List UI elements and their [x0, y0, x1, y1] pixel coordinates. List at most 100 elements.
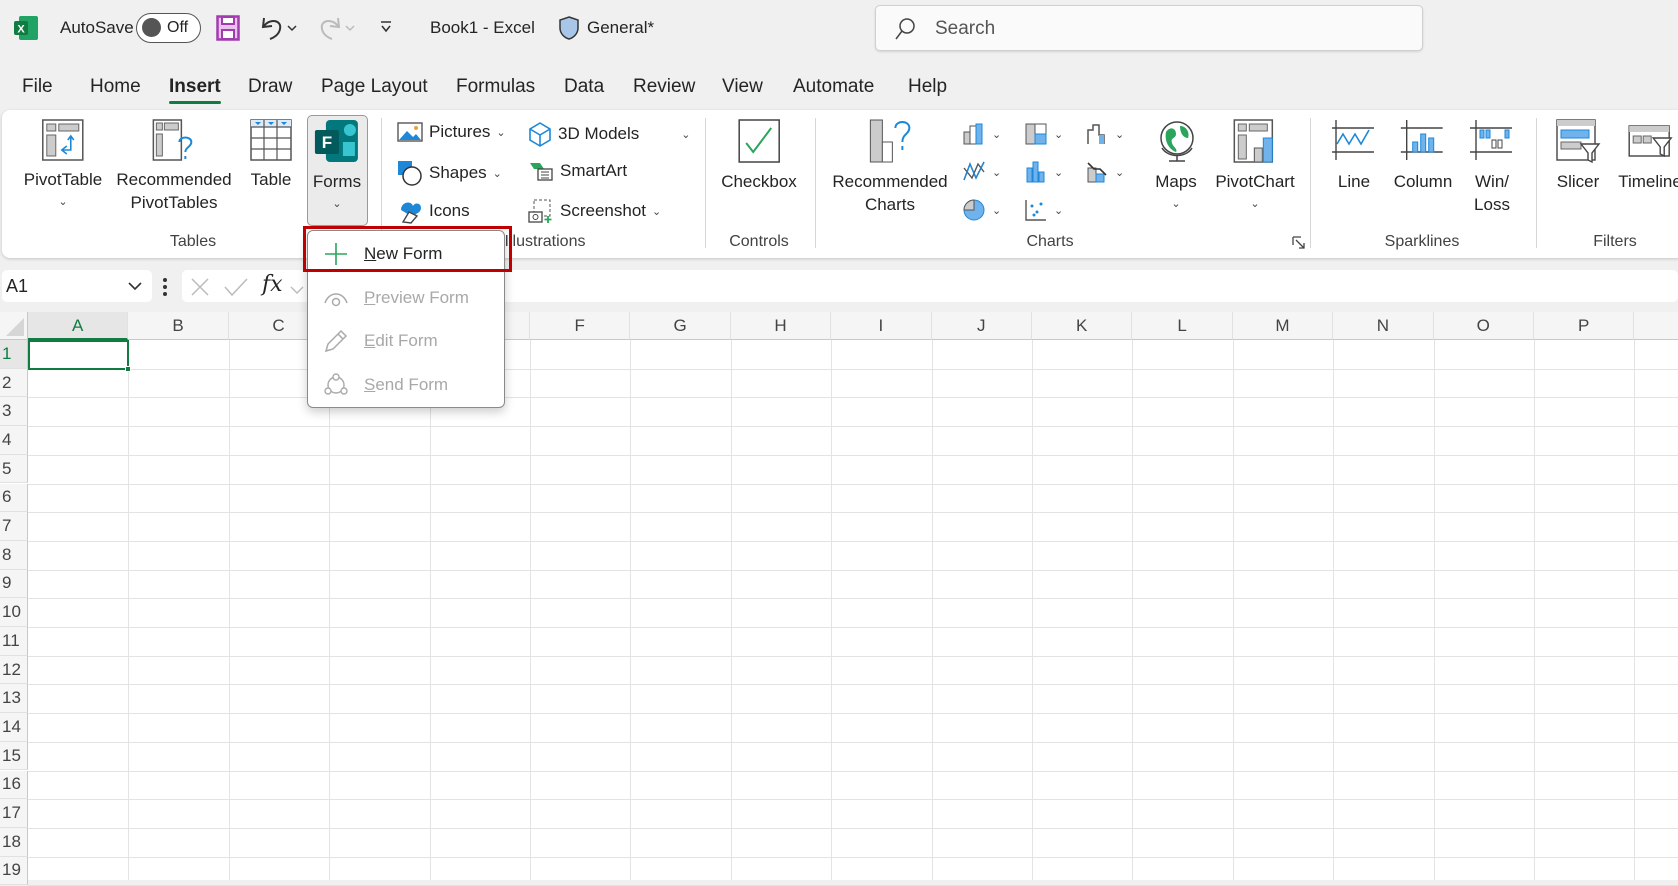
row-header-16[interactable]: 16 — [0, 770, 28, 800]
tab-data[interactable]: Data — [564, 76, 604, 98]
chevron-down-icon[interactable]: ⌄ — [681, 128, 690, 141]
smartart-button[interactable]: SmartArt — [528, 160, 627, 182]
column-header-partial[interactable] — [1634, 312, 1678, 340]
chevron-down-icon: ⌄ — [1054, 128, 1064, 141]
menu-item-edit-form[interactable]: Edit Form — [308, 320, 504, 362]
autosave-toggle[interactable]: Off — [136, 13, 201, 43]
column-header-K[interactable]: K — [1032, 312, 1133, 340]
column-header-B[interactable]: B — [128, 312, 229, 340]
search-box[interactable]: Search — [875, 5, 1423, 51]
undo-icon[interactable] — [258, 14, 298, 47]
tab-review[interactable]: Review — [633, 76, 695, 98]
row-header-11[interactable]: 11 — [0, 627, 28, 656]
chevron-down-icon: ⌄ — [992, 128, 1002, 141]
statistic-chart-button[interactable]: ⌄ — [1024, 160, 1063, 184]
menu-item-preview-form[interactable]: Preview Form — [308, 277, 504, 319]
column-chart-button[interactable]: ⌄ — [962, 122, 1001, 146]
scatter-chart-button[interactable]: ⌄ — [1024, 198, 1063, 222]
pivotchart-button[interactable]: PivotChart ⌄ — [1215, 118, 1295, 216]
group-divider — [1536, 118, 1537, 248]
combo-chart-button[interactable]: ⌄ — [1085, 160, 1124, 184]
tab-draw[interactable]: Draw — [248, 76, 292, 98]
pivottable-button[interactable]: PivotTable ⌄ — [24, 118, 102, 214]
tab-file[interactable]: File — [22, 76, 53, 98]
sparkline-column-button[interactable]: Column — [1394, 118, 1452, 193]
row-header-12[interactable]: 12 — [0, 655, 28, 685]
row-header-6[interactable]: 6 — [0, 483, 28, 513]
column-header-P[interactable]: P — [1534, 312, 1635, 340]
hierarchy-chart-button[interactable]: ⌄ — [1024, 122, 1063, 146]
spreadsheet-grid[interactable]: ABCDEFGHIJKLMNOP123456789101112131415161… — [0, 312, 1678, 886]
shapes-button[interactable]: Shapes ⌄ — [397, 160, 502, 186]
gridline — [28, 368, 1678, 370]
column-header-F[interactable]: F — [530, 312, 631, 340]
group-label-controls: Controls — [729, 233, 789, 250]
checkbox-button[interactable]: Checkbox — [721, 118, 797, 193]
fill-handle[interactable] — [125, 365, 132, 372]
row-header-1[interactable]: 1 — [0, 340, 28, 369]
table-label: Table — [250, 170, 292, 189]
chevron-down-icon[interactable] — [290, 282, 304, 300]
row-header-18[interactable]: 18 — [0, 827, 28, 857]
recommended-charts-button[interactable]: Recommended Charts — [832, 118, 948, 216]
tab-view[interactable]: View — [722, 76, 763, 98]
tab-insert[interactable]: Insert — [169, 76, 221, 104]
column-header-O[interactable]: O — [1433, 312, 1534, 340]
group-divider — [1310, 118, 1311, 248]
sparkline-winloss-button[interactable]: Win/Loss — [1470, 118, 1514, 216]
tab-formulas[interactable]: Formulas — [456, 76, 535, 98]
slicer-button[interactable]: Slicer — [1555, 118, 1601, 193]
tab-page-layout[interactable]: Page Layout — [321, 76, 428, 98]
name-box[interactable]: A1 — [2, 270, 152, 302]
row-header-8[interactable]: 8 — [0, 540, 28, 570]
column-header-H[interactable]: H — [730, 312, 832, 340]
chevron-down-icon[interactable] — [127, 279, 143, 297]
save-icon[interactable] — [216, 15, 240, 46]
menu-item-send-form[interactable]: Send Form — [308, 364, 504, 406]
row-header-10[interactable]: 10 — [0, 598, 28, 627]
tab-home[interactable]: Home — [90, 76, 141, 98]
line-chart-button[interactable]: ⌄ — [962, 160, 1001, 184]
screenshot-label: Screenshot — [560, 201, 646, 220]
pictures-button[interactable]: Pictures ⌄ — [397, 121, 506, 143]
row-header-3[interactable]: 3 — [0, 397, 28, 427]
shield-icon[interactable] — [558, 15, 580, 46]
column-header-I[interactable]: I — [831, 312, 932, 340]
row-header-9[interactable]: 9 — [0, 569, 28, 599]
more-options-icon[interactable] — [163, 277, 167, 297]
column-header-M[interactable]: M — [1232, 312, 1334, 340]
row-header-14[interactable]: 14 — [0, 713, 28, 742]
timeline-button[interactable]: Timeline — [1618, 118, 1678, 193]
row-header-7[interactable]: 7 — [0, 512, 28, 541]
table-button[interactable]: Table — [249, 118, 293, 191]
icons-button[interactable]: Icons — [397, 198, 470, 224]
row-header-13[interactable]: 13 — [0, 684, 28, 714]
column-header-N[interactable]: N — [1333, 312, 1434, 340]
maps-button[interactable]: Maps ⌄ — [1154, 118, 1198, 216]
insert-function-button[interactable]: fx — [262, 272, 283, 297]
charts-dialog-launcher-icon[interactable] — [1292, 236, 1306, 255]
row-header-17[interactable]: 17 — [0, 799, 28, 828]
3d-models-button[interactable]: 3D Models ⌄ — [528, 121, 690, 147]
row-header-4[interactable]: 4 — [0, 426, 28, 455]
tab-help[interactable]: Help — [908, 76, 947, 98]
forms-button[interactable]: F Forms ⌄ — [313, 118, 361, 216]
column-header-G[interactable]: G — [630, 312, 731, 340]
waterfall-chart-button[interactable]: ⌄ — [1085, 122, 1124, 146]
row-header-19[interactable]: 19 — [0, 856, 28, 886]
selected-cell-A1[interactable] — [28, 340, 132, 372]
row-header-5[interactable]: 5 — [0, 454, 28, 484]
recommended-pivottables-button[interactable]: Recommended PivotTables — [116, 118, 232, 214]
tab-automate[interactable]: Automate — [793, 76, 874, 98]
column-header-L[interactable]: L — [1132, 312, 1233, 340]
row-header-15[interactable]: 15 — [0, 741, 28, 771]
sparkline-line-button[interactable]: Line — [1332, 118, 1376, 193]
customize-toolbar-icon[interactable] — [379, 20, 393, 39]
row-header-2[interactable]: 2 — [0, 368, 28, 398]
pie-chart-button[interactable]: ⌄ — [962, 198, 1001, 222]
column-header-A[interactable]: A — [28, 312, 129, 340]
screenshot-button[interactable]: Screenshot ⌄ — [528, 198, 661, 224]
column-header-J[interactable]: J — [931, 312, 1032, 340]
sensitivity-label[interactable]: General* — [587, 18, 654, 38]
select-all-button[interactable] — [0, 312, 28, 340]
